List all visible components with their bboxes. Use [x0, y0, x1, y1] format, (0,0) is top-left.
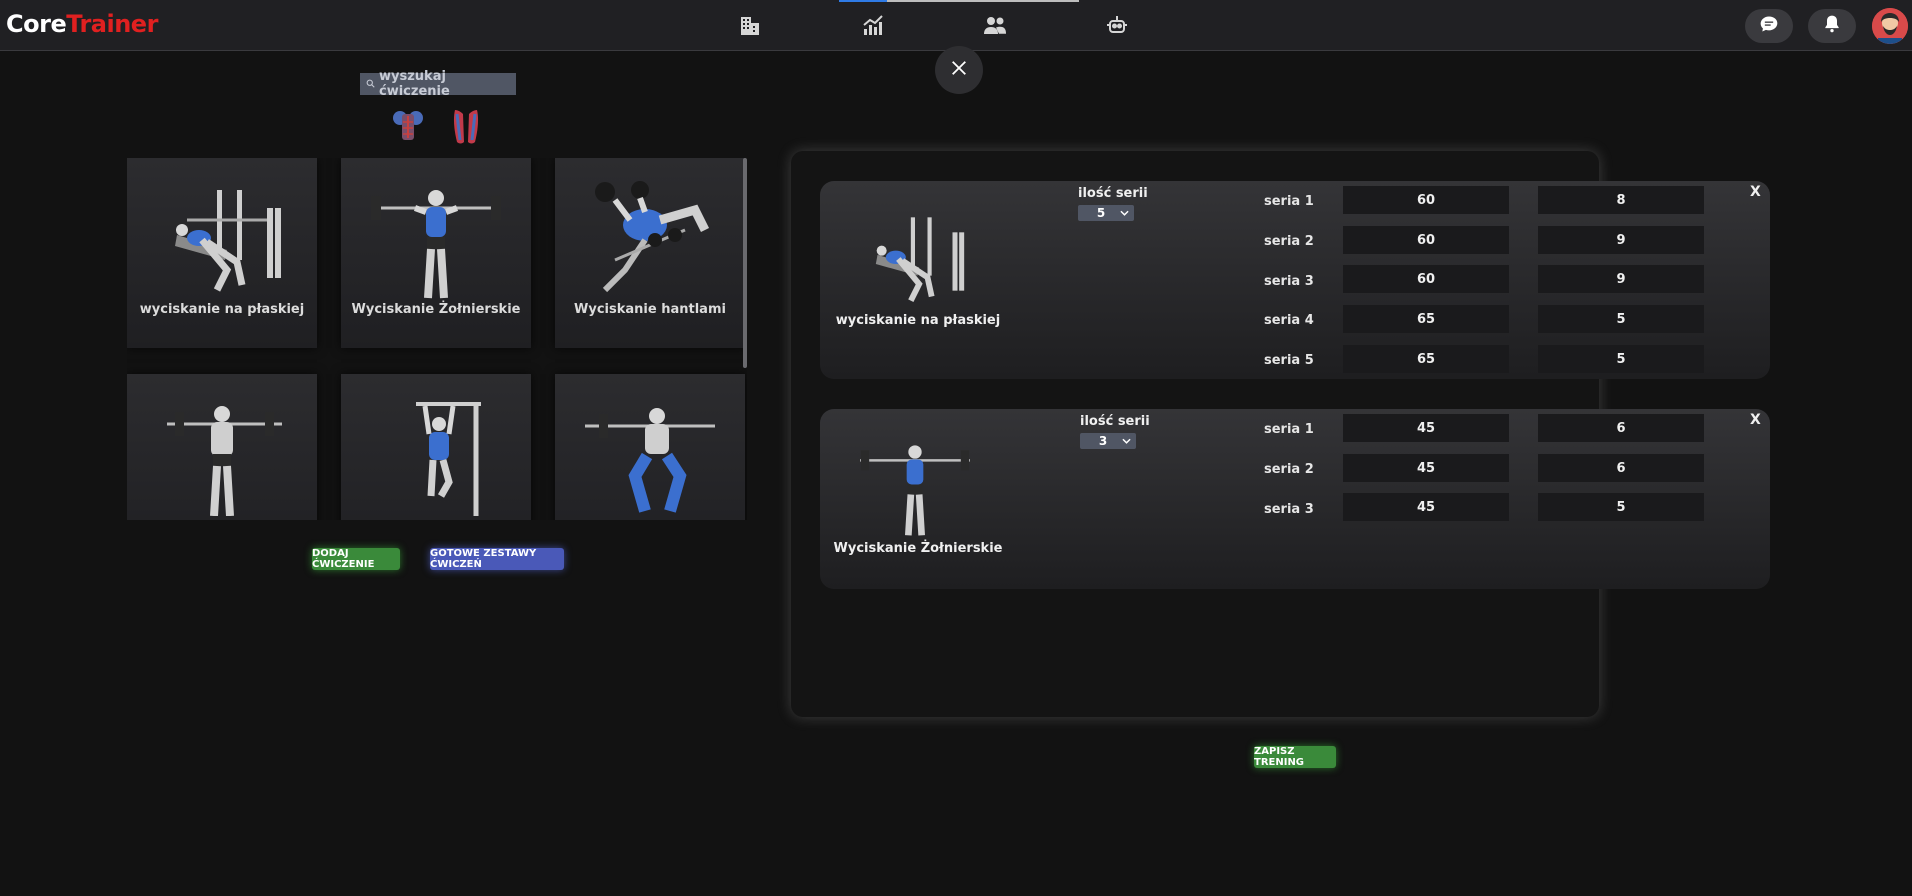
workout-panel: wyciskanie na płaskiej ilość serii 5 ser…: [791, 151, 1770, 717]
exercise-label: Wyciskanie Żołnierskie: [351, 302, 521, 317]
weight-input[interactable]: 45: [1343, 493, 1509, 521]
add-exercise-button[interactable]: dodaj ćwiczenie: [312, 548, 400, 570]
weight-input[interactable]: 60: [1343, 226, 1509, 254]
exercise-label: wyciskanie na płaskiej: [139, 302, 305, 317]
sets-count-value: 5: [1096, 206, 1106, 220]
sets-count-select[interactable]: 3: [1080, 433, 1136, 449]
upper-body-muscle-icon[interactable]: [391, 108, 425, 146]
exercise-card[interactable]: Wyciskanie Żołnierskie: [341, 158, 531, 348]
set-label: seria 1: [1264, 194, 1314, 209]
exercise-label: Wyciskanie hantlami: [574, 302, 726, 317]
remove-exercise-button[interactable]: X: [1750, 184, 1761, 200]
logo-core-text: Core: [6, 10, 67, 38]
remove-exercise-button[interactable]: X: [1750, 412, 1761, 428]
dumbbell-press-figure: [595, 181, 710, 293]
weight-input[interactable]: 60: [1343, 186, 1509, 214]
set-label: seria 3: [1264, 502, 1314, 517]
workout-exercise-name: wyciskanie na płaskiej: [835, 313, 1001, 328]
bench-press-figure: [175, 190, 281, 292]
exercise-card[interactable]: [555, 374, 745, 520]
workout-exercise-card: Wyciskanie Żołnierskie ilość serii 3 ser…: [820, 409, 1770, 589]
reps-input[interactable]: 9: [1538, 265, 1704, 293]
weight-input[interactable]: 60: [1343, 265, 1509, 293]
reps-input[interactable]: 6: [1538, 414, 1704, 442]
bench-press-figure: [875, 217, 965, 302]
weight-input[interactable]: 45: [1343, 454, 1509, 482]
chevron-down-icon: [1122, 438, 1131, 444]
reps-input[interactable]: 5: [1538, 345, 1704, 373]
sets-count-label: ilość serii: [1080, 414, 1150, 429]
close-icon: [950, 59, 968, 81]
save-training-button[interactable]: zapisz trening: [1254, 746, 1336, 768]
ready-sets-button[interactable]: gotowe zestawy ćwiczeń: [430, 548, 564, 570]
search-input[interactable]: wyszukaj ćwiczenie: [360, 69, 516, 99]
set-label: seria 1: [1264, 422, 1314, 437]
exercise-card[interactable]: Wyciskanie hantlami: [555, 158, 745, 348]
set-label: seria 5: [1264, 353, 1314, 368]
reps-input[interactable]: 6: [1538, 454, 1704, 482]
robot-icon[interactable]: [1105, 13, 1129, 37]
reps-input[interactable]: 8: [1538, 186, 1704, 214]
sets-count-select[interactable]: 5: [1078, 205, 1134, 221]
legs-muscle-icon[interactable]: [449, 108, 483, 146]
bell-icon: [1822, 14, 1842, 38]
exercise-grid: wyciskanie na płaskiej Wyciskanie Żołnie…: [127, 158, 747, 520]
notifications-button[interactable]: [1808, 9, 1856, 43]
building-icon[interactable]: [738, 13, 762, 37]
exercise-card[interactable]: wyciskanie na płaskiej: [127, 158, 317, 348]
avatar[interactable]: [1872, 8, 1908, 44]
workout-exercise-name: Wyciskanie Żołnierskie: [833, 541, 1003, 556]
exercise-card[interactable]: [127, 374, 317, 520]
chat-button[interactable]: [1745, 9, 1793, 43]
set-label: seria 4: [1264, 313, 1314, 328]
app-logo[interactable]: CoreTrainer: [6, 10, 158, 38]
set-label: seria 3: [1264, 274, 1314, 289]
close-button[interactable]: [935, 46, 983, 94]
workout-exercise-card: wyciskanie na płaskiej ilość serii 5 ser…: [820, 181, 1770, 379]
search-icon: [366, 77, 375, 92]
pull-up-figure: [416, 402, 481, 516]
search-placeholder: wyszukaj ćwiczenie: [379, 69, 450, 99]
users-icon[interactable]: [983, 13, 1007, 37]
nav-active-indicator: [839, 0, 1079, 2]
exercise-card[interactable]: [341, 374, 531, 520]
set-label: seria 2: [1264, 462, 1314, 477]
reps-input[interactable]: 5: [1538, 305, 1704, 333]
chart-icon[interactable]: [861, 13, 885, 37]
weight-input[interactable]: 65: [1343, 305, 1509, 333]
weight-input[interactable]: 65: [1343, 345, 1509, 373]
military-press-figure: [371, 190, 501, 299]
weight-input[interactable]: 45: [1343, 414, 1509, 442]
chat-icon: [1759, 14, 1779, 38]
exercise-grid-scrollbar[interactable]: [743, 158, 747, 368]
squat-figure: [585, 408, 715, 513]
reps-input[interactable]: 9: [1538, 226, 1704, 254]
logo-trainer-text: Trainer: [66, 10, 158, 38]
reps-input[interactable]: 5: [1538, 493, 1704, 521]
military-press-figure: [860, 445, 970, 536]
sets-count-value: 3: [1098, 434, 1108, 448]
sets-count-label: ilość serii: [1078, 186, 1148, 201]
chevron-down-icon: [1120, 210, 1129, 216]
front-squat-figure: [167, 406, 282, 516]
set-label: seria 2: [1264, 234, 1314, 249]
top-bar: CoreTrainer: [0, 0, 1912, 51]
